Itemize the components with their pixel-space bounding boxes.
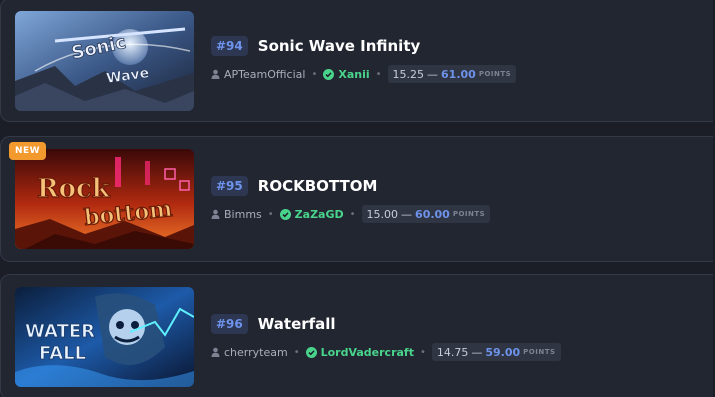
points-range: 14.75 — 59.00 POINTS xyxy=(431,343,561,361)
level-card[interactable]: WATER FALL #96 Waterfall cherryteam • Lo… xyxy=(0,274,713,397)
points-max: 61.00 xyxy=(441,67,476,81)
svg-text:FALL: FALL xyxy=(39,343,86,364)
svg-text:WATER: WATER xyxy=(25,321,95,342)
verified-check-icon xyxy=(305,346,317,358)
title-row: #95 ROCKBOTTOM xyxy=(211,175,490,197)
svg-text:Rock: Rock xyxy=(37,174,111,204)
verifier-name[interactable]: LordVadercraft xyxy=(321,346,414,359)
rockbottom-thumbnail-icon: Rock bottom xyxy=(15,149,194,249)
separator-dot: • xyxy=(267,208,274,220)
level-title[interactable]: Sonic Wave Infinity xyxy=(258,37,421,55)
points-min: 15.00 xyxy=(366,207,399,221)
verified-check-icon xyxy=(279,208,291,220)
points-separator: — xyxy=(401,207,413,221)
level-card[interactable]: NEW Rock bottom #95 ROCKBOTTOM Bimms • Z… xyxy=(0,136,713,262)
separator-dot: • xyxy=(311,68,318,80)
creator-name[interactable]: Bimms xyxy=(224,208,262,221)
points-separator: — xyxy=(427,67,439,81)
points-min: 15.25 xyxy=(392,67,425,81)
rank-badge: #94 xyxy=(211,36,248,56)
level-info: #94 Sonic Wave Infinity APTeamOfficial •… xyxy=(211,35,517,84)
verified-check-icon xyxy=(323,68,335,80)
verifier-name[interactable]: Xanii xyxy=(338,68,369,81)
level-thumbnail[interactable]: Sonic Wave xyxy=(15,11,194,111)
points-range: 15.00 — 60.00 POINTS xyxy=(361,205,491,223)
new-badge: NEW xyxy=(9,142,47,160)
level-list: Sonic Wave #94 Sonic Wave Infinity APTea… xyxy=(0,0,715,397)
points-min: 14.75 xyxy=(436,345,469,359)
level-title[interactable]: ROCKBOTTOM xyxy=(258,177,378,195)
level-thumbnail[interactable]: Rock bottom xyxy=(15,149,194,249)
creator-name[interactable]: cherryteam xyxy=(224,346,288,359)
rank-badge: #95 xyxy=(211,176,248,196)
separator-dot: • xyxy=(349,208,356,220)
sonic-wave-thumbnail-icon: Sonic Wave xyxy=(15,11,194,111)
meta-row: APTeamOfficial • Xanii • 15.25 — 61.00 P… xyxy=(211,64,517,84)
waterfall-thumbnail-icon: WATER FALL xyxy=(15,287,194,387)
meta-row: cherryteam • LordVadercraft • 14.75 — 59… xyxy=(211,342,561,362)
title-row: #94 Sonic Wave Infinity xyxy=(211,35,516,57)
level-info: #96 Waterfall cherryteam • LordVadercraf… xyxy=(211,313,561,362)
rank-badge: #96 xyxy=(211,314,248,334)
creator-name[interactable]: APTeamOfficial xyxy=(224,68,305,81)
verifier-name[interactable]: ZaZaGD xyxy=(295,208,344,221)
points-separator: — xyxy=(471,345,483,359)
person-icon xyxy=(211,209,220,219)
meta-row: Bimms • ZaZaGD • 15.00 — 60.00 POINTS xyxy=(211,204,491,224)
level-thumbnail[interactable]: WATER FALL xyxy=(15,287,194,387)
separator-dot: • xyxy=(419,346,426,358)
points-label: POINTS xyxy=(523,348,556,356)
points-label: POINTS xyxy=(452,210,486,218)
person-icon xyxy=(211,69,220,79)
person-icon xyxy=(211,347,220,357)
level-info: #95 ROCKBOTTOM Bimms • ZaZaGD • 15.00 — … xyxy=(211,175,491,224)
separator-dot: • xyxy=(293,346,300,358)
points-max: 59.00 xyxy=(485,345,521,359)
points-max: 60.00 xyxy=(415,207,450,221)
separator-dot: • xyxy=(375,68,382,80)
level-title[interactable]: Waterfall xyxy=(258,315,336,333)
points-range: 15.25 — 61.00 POINTS xyxy=(387,65,517,83)
points-label: POINTS xyxy=(478,70,512,78)
title-row: #96 Waterfall xyxy=(211,313,561,335)
level-card[interactable]: Sonic Wave #94 Sonic Wave Infinity APTea… xyxy=(0,0,713,122)
